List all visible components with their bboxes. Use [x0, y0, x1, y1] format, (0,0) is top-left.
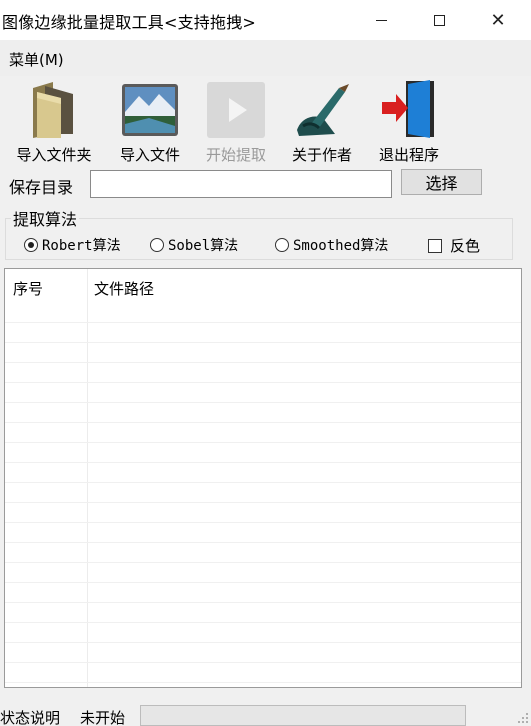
radio-button-checked[interactable]	[24, 238, 38, 252]
minimize-icon	[375, 19, 387, 21]
column-header-path[interactable]: 文件路径	[94, 278, 154, 299]
menu-bar: 菜单(M)	[0, 40, 531, 76]
import-folder-button[interactable]: 导入文件夹	[4, 76, 104, 164]
table-row	[5, 363, 521, 383]
table-row	[5, 443, 521, 463]
table-row	[5, 663, 521, 683]
table-row	[5, 623, 521, 643]
close-button[interactable]: ✕	[469, 0, 527, 40]
table-row	[5, 563, 521, 583]
menu-main[interactable]: 菜单(M)	[9, 49, 64, 70]
start-extract-button[interactable]: 开始提取	[196, 76, 276, 164]
status-value: 未开始	[80, 709, 126, 726]
table-row	[5, 543, 521, 563]
save-dir-label: 保存目录	[9, 178, 74, 197]
status-bar: 状态说明 未开始	[0, 702, 531, 726]
algorithm-group-title: 提取算法	[11, 206, 80, 230]
column-header-index[interactable]: 序号	[13, 278, 43, 299]
table-row	[5, 503, 521, 523]
toolbar: 导入文件夹 导入文件 开始提取 关于作者 退出程序	[0, 76, 531, 164]
exit-door-icon	[382, 80, 434, 138]
file-list-header: 序号 文件路径	[5, 269, 521, 303]
table-row	[5, 523, 521, 543]
progress-bar	[140, 705, 466, 726]
window-title: 图像边缘批量提取工具<支持拖拽>	[2, 13, 257, 32]
status-label: 状态说明	[0, 709, 61, 726]
table-row	[5, 463, 521, 483]
exit-program-button[interactable]: 退出程序	[366, 76, 452, 164]
minimize-button[interactable]	[352, 0, 410, 40]
table-row	[5, 403, 521, 423]
close-icon: ✕	[490, 9, 506, 31]
folder-icon	[33, 82, 73, 138]
table-row	[5, 643, 521, 663]
choose-dir-button[interactable]: 选择	[401, 169, 482, 195]
radio-button[interactable]	[150, 238, 164, 252]
pen-hand-icon	[297, 84, 349, 136]
radio-robert[interactable]: Robert算法	[24, 235, 121, 255]
file-list[interactable]: 序号 文件路径	[4, 268, 522, 688]
play-icon	[207, 82, 265, 138]
maximize-icon	[433, 14, 445, 26]
table-row	[5, 303, 521, 323]
table-row	[5, 483, 521, 503]
table-row	[5, 583, 521, 603]
checkbox[interactable]	[428, 238, 442, 253]
title-bar[interactable]: 图像边缘批量提取工具<支持拖拽> ✕	[0, 0, 531, 40]
save-dir-input[interactable]	[90, 170, 392, 198]
import-file-button[interactable]: 导入文件	[108, 76, 192, 164]
about-author-button[interactable]: 关于作者	[282, 76, 362, 164]
radio-sobel[interactable]: Sobel算法	[150, 235, 238, 255]
maximize-button[interactable]	[410, 0, 468, 40]
table-row	[5, 383, 521, 403]
table-row	[5, 603, 521, 623]
radio-button[interactable]	[275, 238, 289, 252]
radio-smoothed[interactable]: Smoothed算法	[275, 235, 388, 255]
invert-checkbox[interactable]: 反色	[428, 235, 480, 256]
resize-grip-icon[interactable]	[515, 710, 529, 724]
table-row	[5, 423, 521, 443]
table-row	[5, 323, 521, 343]
image-file-icon	[122, 84, 178, 136]
table-row	[5, 343, 521, 363]
